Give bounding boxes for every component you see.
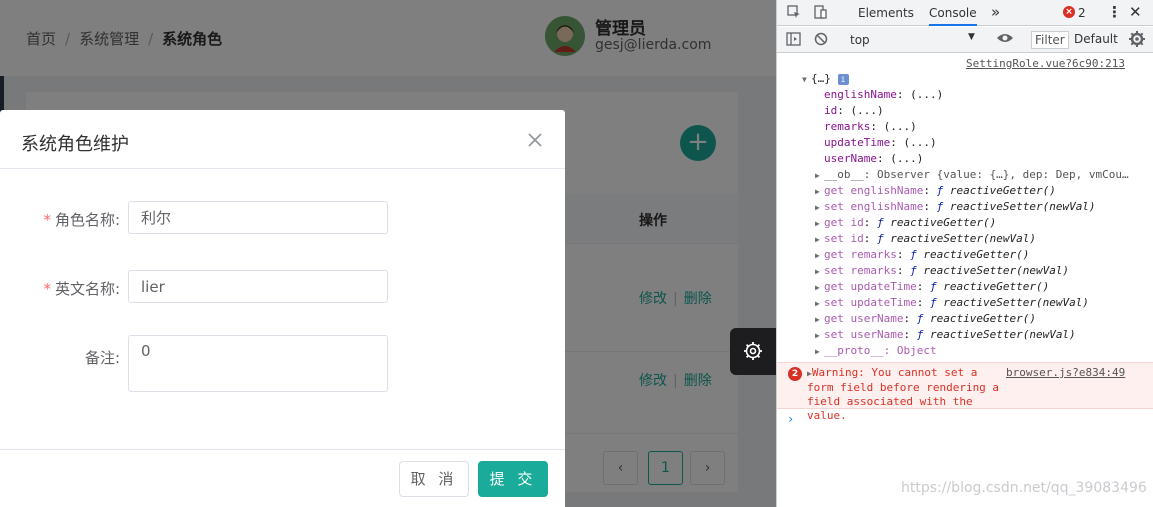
role-dialog: 系统角色维护 *角色名称: *英文名称: 备注: 0 取 消 提 交 xyxy=(0,110,565,507)
accessor-line[interactable]: ▶ get remarks: ƒ reactiveGetter() xyxy=(815,248,1029,261)
accessor-line[interactable]: ▶ set updateTime: ƒ reactiveSetter(newVal… xyxy=(815,296,1089,309)
english-name-label: * 英文名称: xyxy=(43,280,120,298)
settings-button[interactable] xyxy=(730,328,776,375)
required-asterisk: * xyxy=(43,211,51,229)
watermark: https://blog.csdn.net/qq_39083496 xyxy=(901,480,1147,496)
clear-console-icon[interactable] xyxy=(814,32,828,50)
dialog-footer-divider xyxy=(0,449,565,450)
observer-line[interactable]: ▶ __ob__: Observer {value: {…}, dep: Dep,… xyxy=(815,168,1129,181)
collapsed-triangle-icon: ▶ xyxy=(815,299,820,308)
expanded-triangle-icon: ▼ xyxy=(802,75,807,84)
role-name-input[interactable] xyxy=(128,201,388,234)
collapsed-triangle-icon: ▶ xyxy=(815,187,820,196)
warning-text[interactable]: ▶Warning: You cannot set a form field be… xyxy=(807,366,1007,423)
accessor-line[interactable]: ▶ set userName: ƒ reactiveSetter(newVal) xyxy=(815,328,1076,341)
error-count[interactable]: 2 xyxy=(1078,6,1086,20)
warning-source-link[interactable]: browser.js?e834:49 xyxy=(1006,366,1125,379)
accessor-line[interactable]: ▶ get userName: ƒ reactiveGetter() xyxy=(815,312,1036,325)
close-devtools-icon[interactable]: ✕ xyxy=(1129,3,1142,21)
remarks-label: 备注: xyxy=(84,349,120,367)
dialog-header-divider xyxy=(0,168,565,169)
more-tabs-icon[interactable]: » xyxy=(991,3,1000,21)
dialog-title: 系统角色维护 xyxy=(21,134,129,155)
warning-message: 2 ▶Warning: You cannot set a form field … xyxy=(777,362,1153,422)
accessor-line[interactable]: ▶ set id: ƒ reactiveSetter(newVal) xyxy=(815,232,1036,245)
collapsed-triangle-icon: ▶ xyxy=(815,283,820,292)
object-property[interactable]: remarks: (...) xyxy=(824,120,917,133)
collapsed-triangle-icon: ▶ xyxy=(815,235,820,244)
object-property[interactable]: updateTime: (...) xyxy=(824,136,937,149)
eye-icon[interactable] xyxy=(996,31,1014,49)
collapsed-triangle-icon: ▶ xyxy=(815,203,820,212)
required-asterisk: * xyxy=(43,280,51,298)
accessor-line[interactable]: ▶ get englishName: ƒ reactiveGetter() xyxy=(815,184,1056,197)
collapsed-triangle-icon: ▶ xyxy=(815,251,820,260)
inspect-icon[interactable] xyxy=(787,5,801,23)
accessor-line[interactable]: ▶ get id: ƒ reactiveGetter() xyxy=(815,216,996,229)
collapsed-triangle-icon: ▶ xyxy=(815,171,820,180)
proto-line[interactable]: ▶ __proto__: Object xyxy=(815,344,937,357)
source-link[interactable]: SettingRole.vue?6c90:213 xyxy=(966,57,1125,70)
close-icon[interactable] xyxy=(527,132,543,148)
gear-icon xyxy=(744,342,762,360)
remarks-textarea[interactable]: 0 xyxy=(128,335,388,392)
collapsed-triangle-icon: ▶ xyxy=(815,331,820,340)
log-levels-select[interactable]: Default xyxy=(1074,32,1118,46)
accessor-line[interactable]: ▶ get updateTime: ƒ reactiveGetter() xyxy=(815,280,1049,293)
devtools-tabbar: Elements Console » × 2 ⋮ ✕ xyxy=(777,0,1153,26)
object-property[interactable]: id: (...) xyxy=(824,104,884,117)
collapsed-triangle-icon: ▶ xyxy=(815,347,820,356)
role-name-label: * 角色名称: xyxy=(43,211,120,229)
kebab-menu-icon[interactable]: ⋮ xyxy=(1107,3,1122,21)
device-toggle-icon[interactable] xyxy=(813,5,827,23)
collapsed-triangle-icon: ▶ xyxy=(815,315,820,324)
accessor-line[interactable]: ▶ set remarks: ƒ reactiveSetter(newVal) xyxy=(815,264,1069,277)
object-property[interactable]: userName: (...) xyxy=(824,152,923,165)
collapsed-triangle-icon: ▶ xyxy=(815,219,820,228)
app-area: 首页/系统管理/系统角色 管理员 gesj@lierda.com + 操作 修改… xyxy=(0,0,776,507)
tab-elements[interactable]: Elements xyxy=(858,6,914,20)
collapsed-triangle-icon: ▶ xyxy=(815,267,820,276)
info-icon: i xyxy=(837,74,849,85)
sidebar-toggle-icon[interactable] xyxy=(786,32,801,50)
tab-console[interactable]: Console xyxy=(929,6,977,26)
error-x-icon[interactable]: × xyxy=(1063,6,1075,18)
object-header[interactable]: ▼ {…} i xyxy=(802,72,849,85)
submit-button[interactable]: 提 交 xyxy=(478,461,548,497)
warning-count-badge: 2 xyxy=(788,367,802,381)
object-property[interactable]: englishName: (...) xyxy=(824,88,943,101)
filter-input[interactable]: Filter xyxy=(1031,31,1069,49)
cancel-button[interactable]: 取 消 xyxy=(399,461,469,497)
accessor-line[interactable]: ▶ set englishName: ƒ reactiveSetter(newVa… xyxy=(815,200,1096,213)
console-prompt[interactable]: › xyxy=(787,412,794,426)
console-toolbar: top ▼ Filter Default xyxy=(777,27,1153,53)
context-select[interactable]: top ▼ xyxy=(844,31,979,49)
dropdown-arrow-icon: ▼ xyxy=(968,32,975,42)
gear-icon[interactable] xyxy=(1129,31,1145,51)
english-name-input[interactable] xyxy=(128,270,388,303)
devtools-panel: Elements Console » × 2 ⋮ ✕ top ▼ Filter … xyxy=(776,0,1153,507)
